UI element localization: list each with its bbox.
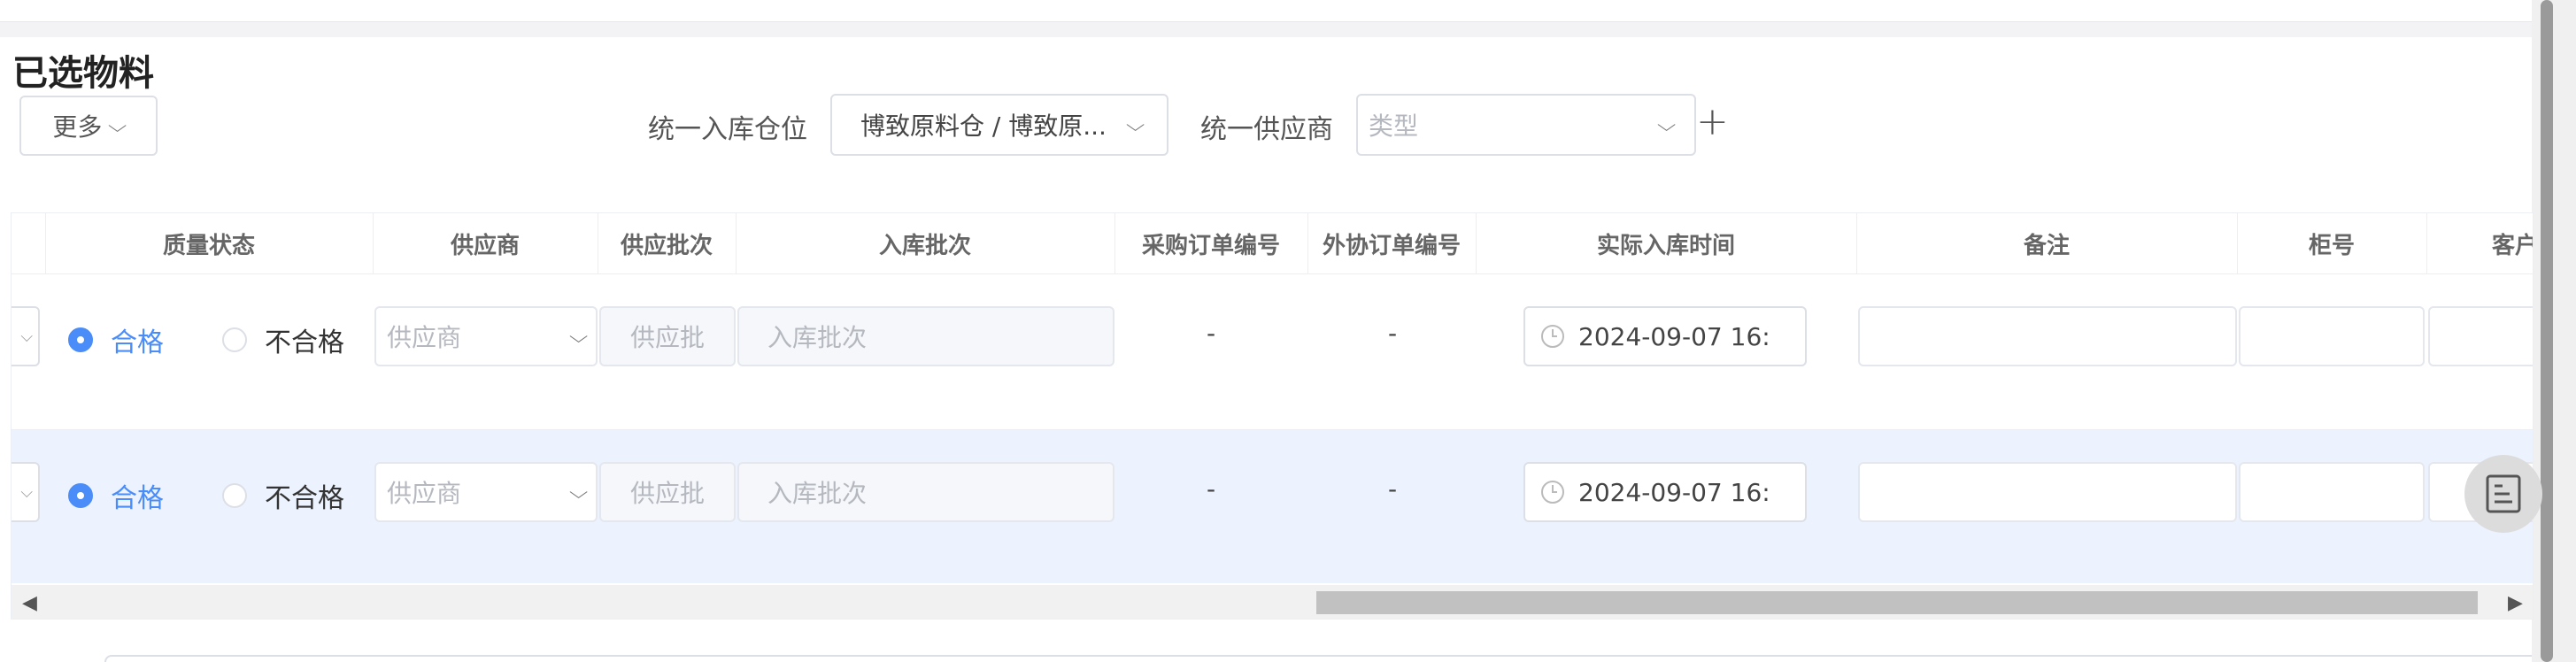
po-number-value: - bbox=[1207, 474, 1216, 504]
chevron-down-icon: ⌵ bbox=[568, 326, 589, 347]
header-customer: 客户 bbox=[2492, 232, 2534, 259]
table-horizontal-scrollbar[interactable]: ◀ ▶ bbox=[12, 585, 2533, 619]
scroll-right-arrow-icon[interactable]: ▶ bbox=[2508, 592, 2523, 614]
table-row: ⌵ 合格 不合格 供应商 ⌵ 供应批 入库批次 - - 2024-09-07 1… bbox=[12, 430, 2533, 583]
radio-unchecked-icon bbox=[222, 483, 247, 508]
chevron-down-icon: ⌵ bbox=[1125, 114, 1145, 135]
header-quality: 质量状态 bbox=[162, 232, 255, 259]
page-scrollbar[interactable] bbox=[2532, 0, 2576, 662]
page-scrollbar-thumb[interactable] bbox=[2541, 0, 2553, 662]
more-button-label: 更多 bbox=[52, 112, 103, 142]
supply-batch-input[interactable]: 供应批 bbox=[599, 306, 736, 366]
header-supplier: 供应商 bbox=[450, 232, 520, 259]
header-cabinet: 柜号 bbox=[2308, 232, 2355, 259]
supply-batch-input[interactable]: 供应批 bbox=[599, 462, 736, 522]
remark-input[interactable] bbox=[1858, 462, 2237, 522]
top-strip bbox=[0, 0, 2532, 22]
inbound-batch-input[interactable]: 入库批次 bbox=[737, 462, 1114, 522]
supplier-placeholder: 供应商 bbox=[387, 479, 462, 508]
document-list-icon-graphic bbox=[2486, 474, 2521, 513]
quality-pass-radio[interactable]: 合格 bbox=[68, 320, 164, 359]
supplier-label: 统一供应商 bbox=[1200, 114, 1333, 145]
quality-fail-radio[interactable]: 不合格 bbox=[222, 476, 344, 515]
po-number-value: - bbox=[1207, 319, 1216, 348]
supplier-select-placeholder: 类型 bbox=[1369, 112, 1419, 141]
radio-checked-icon bbox=[68, 327, 93, 352]
remark-input[interactable] bbox=[1858, 306, 2237, 366]
add-supplier-button[interactable]: + bbox=[1696, 99, 1729, 144]
clock-icon bbox=[1541, 325, 1564, 348]
truncated-select[interactable]: ⌵ bbox=[12, 306, 40, 366]
quality-pass-label: 合格 bbox=[111, 483, 164, 514]
header-po-number: 采购订单编号 bbox=[1141, 232, 1280, 259]
cabinet-input[interactable] bbox=[2239, 462, 2425, 522]
more-button[interactable]: 更多 ⌵ bbox=[19, 96, 158, 156]
actual-time-value: 2024-09-07 16: bbox=[1578, 321, 1770, 351]
header-actual-time: 实际入库时间 bbox=[1596, 232, 1735, 259]
warehouse-select-value: 博致原料仓 / 博致原... bbox=[860, 112, 1107, 141]
actual-time-picker[interactable]: 2024-09-07 16: bbox=[1523, 462, 1807, 522]
customer-input[interactable] bbox=[2428, 306, 2533, 366]
inbound-batch-placeholder: 入库批次 bbox=[767, 323, 868, 352]
quality-pass-label: 合格 bbox=[111, 327, 164, 358]
header-inbound-batch: 入库批次 bbox=[878, 232, 971, 259]
table-row: ⌵ 合格 不合格 供应商 ⌵ 供应批 入库批次 - - 2024-09-07 1… bbox=[12, 274, 2533, 430]
quality-fail-radio[interactable]: 不合格 bbox=[222, 320, 344, 359]
actual-time-picker[interactable]: 2024-09-07 16: bbox=[1523, 306, 1807, 366]
clock-icon bbox=[1541, 481, 1564, 504]
actual-time-value: 2024-09-07 16: bbox=[1578, 477, 1770, 507]
supplier-select[interactable]: 供应商 ⌵ bbox=[374, 306, 598, 366]
radio-checked-icon bbox=[68, 483, 93, 508]
radio-unchecked-icon bbox=[222, 327, 247, 352]
chevron-down-icon: ⌵ bbox=[568, 481, 589, 503]
scroll-left-arrow-icon[interactable]: ◀ bbox=[22, 592, 37, 614]
supplier-select[interactable]: 供应商 ⌵ bbox=[374, 462, 598, 522]
truncated-select[interactable]: ⌵ bbox=[12, 462, 40, 522]
warehouse-select[interactable]: 博致原料仓 / 博致原... ⌵ bbox=[830, 94, 1168, 156]
chevron-down-icon: ⌵ bbox=[108, 115, 127, 136]
quality-fail-label: 不合格 bbox=[265, 483, 344, 514]
supplier-placeholder: 供应商 bbox=[387, 323, 462, 352]
header-supply-batch: 供应批次 bbox=[620, 232, 713, 259]
quality-pass-radio[interactable]: 合格 bbox=[68, 476, 164, 515]
outsource-number-value: - bbox=[1388, 474, 1398, 504]
supply-batch-placeholder: 供应批 bbox=[629, 323, 705, 352]
scrollbar-thumb[interactable] bbox=[1316, 591, 2478, 614]
quality-fail-label: 不合格 bbox=[265, 327, 344, 358]
warehouse-label: 统一入库仓位 bbox=[648, 114, 807, 145]
supplier-select[interactable]: 类型 ⌵ bbox=[1356, 94, 1696, 156]
supply-batch-placeholder: 供应批 bbox=[629, 479, 705, 508]
cabinet-input[interactable] bbox=[2239, 306, 2425, 366]
inbound-batch-placeholder: 入库批次 bbox=[767, 479, 868, 508]
next-section-edge bbox=[104, 655, 2532, 662]
chevron-down-icon: ⌵ bbox=[1656, 114, 1677, 135]
document-list-icon[interactable] bbox=[2464, 455, 2542, 533]
header-remark: 备注 bbox=[2023, 232, 2070, 259]
outsource-number-value: - bbox=[1388, 319, 1398, 348]
header-outsource-number: 外协订单编号 bbox=[1322, 232, 1461, 259]
materials-table: 质量状态 供应商 供应批次 入库批次 采购订单编号 外协订单编号 实际入库时间 … bbox=[11, 212, 2534, 620]
section-title: 已选物料 bbox=[12, 53, 154, 94]
inbound-batch-input[interactable]: 入库批次 bbox=[737, 306, 1114, 366]
